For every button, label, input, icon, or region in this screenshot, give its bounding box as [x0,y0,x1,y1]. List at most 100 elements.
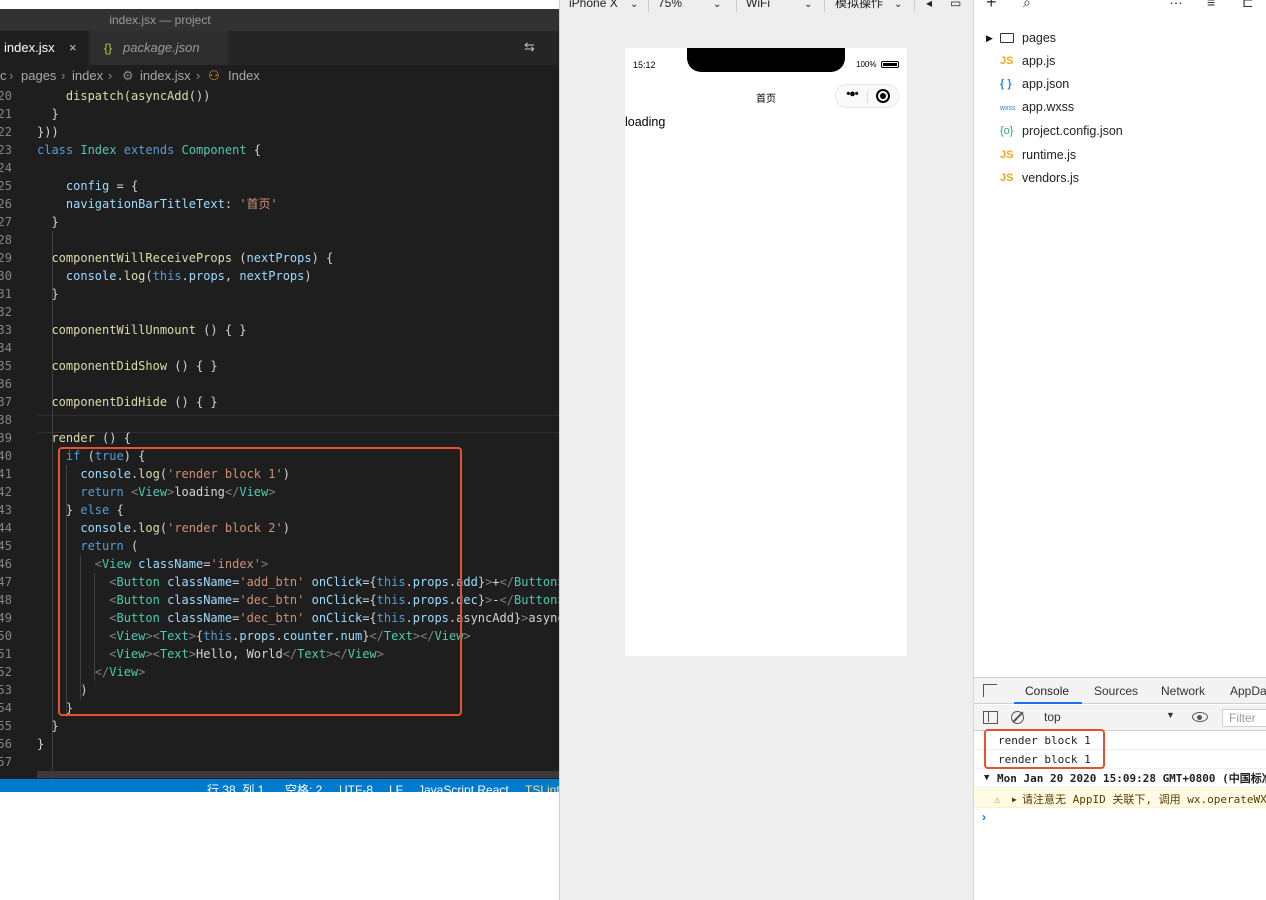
tree-item-app-json[interactable]: { } app.json [974,73,1266,96]
chevron-down-icon[interactable]: ⌄ [713,0,721,10]
inspect-element-icon[interactable] [983,684,997,697]
code-line: })) [37,125,59,139]
tree-item-label: app.json [1022,77,1070,91]
tab-index-jsx[interactable]: index.jsx × [0,31,88,65]
json-file-icon: { } [1000,78,1012,90]
line-number: 25 [0,179,12,193]
tree-item-project-config[interactable]: {o} project.config.json [974,120,1266,143]
chevron-down-icon[interactable]: ⌄ [804,0,812,10]
line-number: 41 [0,467,12,481]
speaker-icon[interactable]: ◂ [926,0,932,9]
close-mini-program-icon[interactable] [876,89,890,103]
indentation-setting[interactable]: 空格: 2 [285,779,322,792]
line-number: 29 [0,251,12,265]
lint-status[interactable]: TSLint [525,779,559,792]
chevron-right-icon: › [196,68,201,83]
eol-setting[interactable]: LF [389,779,403,792]
line-number: 20 [0,89,12,103]
chevron-down-icon[interactable]: ⌄ [630,0,638,10]
language-mode[interactable]: JavaScript React [418,779,509,792]
tab-network[interactable]: Network [1161,684,1205,698]
breadcrumb: c › pages › index › ⚙ index.jsx › ⚇ Inde… [0,65,559,87]
more-icon[interactable]: … [1169,0,1183,7]
line-number: 28 [0,233,12,247]
collapse-icon[interactable]: ≡ [1207,0,1215,10]
cursor-position[interactable]: 行 38, 列 1 [207,779,264,792]
tab-console[interactable]: Console [1025,684,1069,698]
chevron-down-icon[interactable]: ⌄ [894,0,902,10]
breadcrumb-item[interactable]: Index [228,65,260,87]
code-line: console.log(this.props, nextProps) [65,269,312,283]
code-file-icon: ⚙ [122,68,134,83]
line-number: 54 [0,701,12,715]
line-number: 40 [0,449,12,463]
json-file-icon: {} [104,41,113,55]
compare-changes-icon[interactable]: ⇆ [524,39,535,55]
tree-item-runtime-js[interactable]: JS runtime.js [974,144,1266,167]
breadcrumb-item[interactable]: pages [21,65,56,87]
line-number: 39 [0,431,12,445]
horizontal-scrollbar[interactable] [37,771,559,778]
line-number: 57 [0,755,12,769]
network-select[interactable]: WiFi [746,0,770,9]
tree-item-pages[interactable]: ▶ pages [974,27,1266,50]
line-number: 24 [0,161,12,175]
add-icon[interactable]: + [986,0,997,13]
code-line: class Index extends Component { [37,143,262,157]
line-number: 35 [0,359,12,373]
line-number: 23 [0,143,12,157]
tree-item-label: pages [1022,31,1057,45]
caret-down-icon[interactable]: ▼ [984,769,989,788]
close-icon[interactable]: × [69,31,77,65]
simulator-toolbar: iPhone X ⌄ 75% ⌄ WiFi ⌄ 模拟操作 ⌄ ◂ ▭ [560,0,973,14]
caret-right-icon[interactable]: ▶ [1012,790,1017,809]
device-select[interactable]: iPhone X [569,0,618,9]
search-icon[interactable]: ⌕ [1023,0,1031,11]
line-number: 43 [0,503,12,517]
console-prompt-icon[interactable]: › [982,810,986,824]
encoding-setting[interactable]: UTF-8 [339,779,373,792]
console-group-header[interactable]: ▼ Mon Jan 20 2020 15:09:28 GMT+0800 (中国标… [974,769,1266,788]
layout-icon[interactable]: ⊏ [1242,0,1254,11]
line-number: 27 [0,215,12,229]
line-number: 48 [0,593,12,607]
phone-notch [687,48,845,72]
line-number: 50 [0,629,12,643]
more-icon[interactable]: •●• [842,88,862,100]
phone-screen[interactable]: 15:12 100% 首页 •●• loading [625,48,907,656]
chevron-right-icon: › [61,68,66,83]
line-number: 37 [0,395,12,409]
breadcrumb-item[interactable]: c [0,65,7,87]
console-warning-line[interactable]: ⚠ ▶ 请注意无 AppID 关联下, 调用 wx.operateWXData [974,789,1266,808]
tree-item-app-wxss[interactable]: wxss app.wxss [974,96,1266,119]
line-number: 34 [0,341,12,355]
caret-right-icon[interactable]: ▶ [986,27,993,50]
clear-console-icon[interactable] [1011,711,1024,724]
status-bar: 行 38, 列 1 空格: 2 UTF-8 LF JavaScript Reac… [0,779,559,792]
divider [914,0,915,12]
divider [867,90,868,103]
tree-item-vendors-js[interactable]: JS vendors.js [974,167,1266,190]
breadcrumb-item[interactable]: index.jsx [140,65,191,87]
caret-down-icon: ▼ [1166,710,1175,720]
window-icon[interactable]: ▭ [950,0,961,9]
code-line: } [37,719,59,733]
js-file-icon: JS [1000,172,1014,184]
line-number: 53 [0,683,12,697]
sidebar-toggle-icon[interactable] [983,711,998,724]
tree-item-app-js[interactable]: JS app.js [974,50,1266,73]
tab-appdata[interactable]: AppData [1230,684,1266,698]
tab-package-json[interactable]: {} package.json [90,31,228,65]
simulate-operation-menu[interactable]: 模拟操作 [835,0,883,9]
zoom-select[interactable]: 75% [658,0,682,9]
code-line: render () { [51,431,131,445]
breadcrumb-item[interactable]: index [72,65,103,87]
devtools-panel: Console Sources Network AppData top ▼ Fi… [973,677,1266,900]
tab-sources[interactable]: Sources [1094,684,1138,698]
divider [736,0,737,12]
line-number: 22 [0,125,12,139]
context-select[interactable]: top ▼ [1040,705,1177,730]
filter-input[interactable]: Filter [1222,709,1266,727]
eye-icon[interactable] [1192,712,1208,722]
editor-window-title: index.jsx — project [109,13,211,27]
